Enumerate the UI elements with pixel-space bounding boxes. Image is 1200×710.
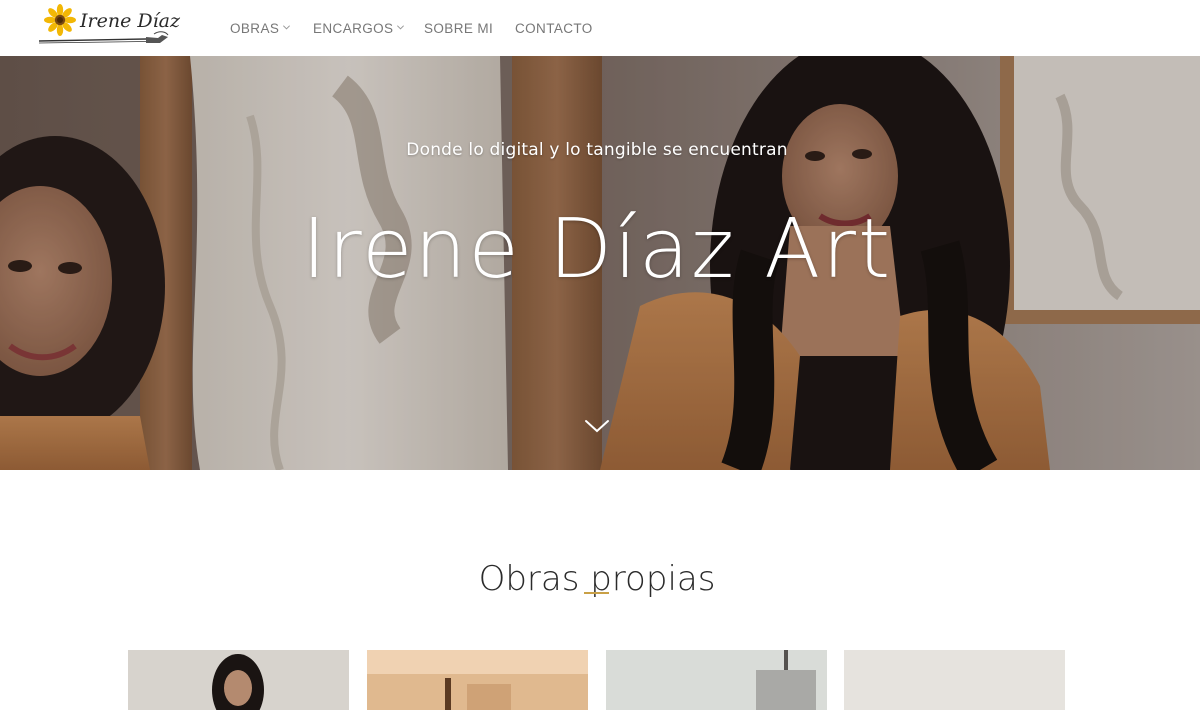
site-logo[interactable]: Irene Díaz — [36, 2, 180, 50]
nav-item-contacto[interactable]: CONTACTO — [515, 18, 605, 38]
nav-item-sobre-mi[interactable]: SOBRE MI — [424, 18, 515, 38]
chevron-down-icon — [283, 24, 291, 30]
nav-item-label: CONTACTO — [515, 20, 593, 36]
nav-item-label: SOBRE MI — [424, 20, 494, 36]
site-header: Irene Díaz OBRAS ENCARGOS SOBRE MI CONTA… — [0, 0, 1200, 56]
hero-subtitle: Donde lo digital y lo tangible se encuen… — [406, 140, 788, 160]
artwork-card[interactable] — [606, 650, 827, 710]
nav-item-obras[interactable]: OBRAS — [230, 18, 313, 38]
nav-item-label: ENCARGOS — [313, 20, 394, 36]
logo-text: Irene Díaz — [80, 10, 181, 32]
nav-item-label: OBRAS — [230, 20, 280, 36]
nav-item-encargos[interactable]: ENCARGOS — [313, 18, 424, 38]
artwork-thumbnail — [606, 650, 827, 710]
artwork-thumbnail — [844, 650, 1065, 710]
main-nav: OBRAS ENCARGOS SOBRE MI CONTACTO — [230, 18, 605, 38]
section-divider — [584, 592, 609, 594]
artwork-gallery — [128, 650, 1068, 710]
artwork-thumbnail — [367, 650, 588, 710]
artwork-card[interactable] — [844, 650, 1065, 710]
hero-banner: Donde lo digital y lo tangible se encuen… — [0, 56, 1200, 470]
artwork-card[interactable] — [367, 650, 588, 710]
artwork-card[interactable] — [128, 650, 349, 710]
hero-title: Irene Díaz Art — [301, 202, 893, 297]
chevron-down-icon — [397, 24, 405, 30]
artwork-thumbnail — [128, 650, 349, 710]
chevron-down-icon[interactable] — [584, 418, 610, 434]
